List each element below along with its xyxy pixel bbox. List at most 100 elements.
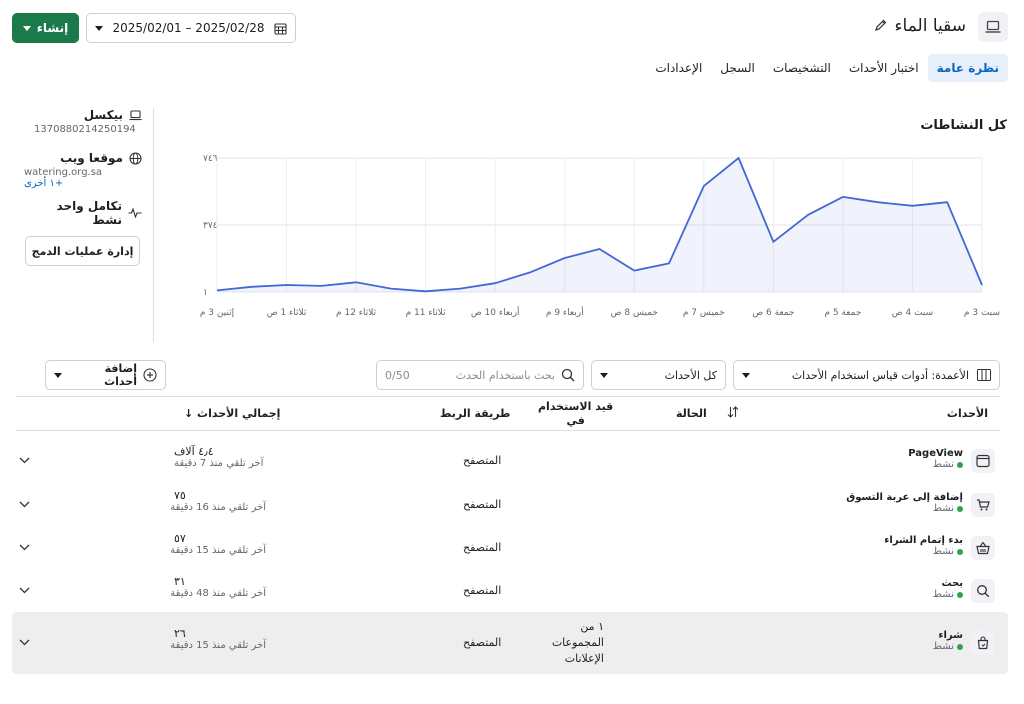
integration-title: تكامل واحد نشط	[56, 199, 122, 227]
active-status-dot	[957, 461, 963, 468]
event-status-text: نشط	[932, 641, 954, 652]
header-connection[interactable]: طريقة الربط	[440, 407, 510, 420]
chevron-down-icon	[600, 372, 608, 378]
columns-icon	[977, 369, 991, 381]
x-tick-label: إثنين 3 م	[200, 308, 234, 318]
tab-overview[interactable]: نظرة عامة	[927, 54, 1008, 82]
active-status-dot	[957, 505, 963, 512]
header-events[interactable]: الأحداث	[947, 407, 988, 420]
event-status-text: نشط	[932, 546, 954, 557]
connection-method: المتصفح	[463, 498, 502, 511]
columns-selector[interactable]: الأعمدة: أدوات قياس استخدام الأحداث	[733, 360, 1000, 390]
event-status: نشط	[933, 641, 963, 652]
search-icon	[561, 368, 575, 382]
event-name-block: إضافة إلى عربة التسوق نشط	[846, 492, 963, 514]
tab-history[interactable]: السجل	[711, 54, 764, 82]
panel-divider	[153, 108, 154, 342]
active-status-dot	[957, 548, 963, 555]
chart-title: كل النشاطات	[920, 118, 1007, 133]
cart-icon	[971, 493, 995, 517]
y-tick-label: ٧٤٦	[203, 154, 218, 164]
event-status-text: نشط	[932, 459, 954, 470]
pulse-icon	[128, 208, 142, 218]
browser-window-icon	[971, 449, 995, 473]
date-range-picker[interactable]: 2025/02/01 – 2025/02/28	[86, 13, 296, 43]
event-name-block: PageView نشط	[908, 448, 963, 470]
connection-method: المتصفح	[463, 541, 502, 554]
header-status[interactable]: الحالة	[676, 407, 707, 420]
columns-label: الأعمدة: أدوات قياس استخدام الأحداث	[791, 368, 969, 382]
activity-chart: ١ ٣٧٤ ٧٤٦ سبت 3 م سبت 4 ص جمعة 5 م جمعة 6 ص خمي…	[200, 154, 1000, 318]
event-name[interactable]: بدء إتمام الشراء	[884, 535, 963, 546]
website-title: موقعا ويب	[60, 151, 123, 165]
last-received: آخر تلقي منذ 16 دقيقة	[170, 502, 266, 513]
expand-chevron-icon[interactable]	[19, 544, 30, 551]
total-events-cell: ٣١ آخر تلقي منذ 48 دقيقة	[170, 575, 266, 599]
event-status: نشط	[908, 459, 963, 470]
event-status: نشط	[884, 546, 963, 557]
event-search-input[interactable]: بحث باستخدام الحدث 0/50	[376, 360, 584, 390]
event-status-text: نشط	[932, 589, 954, 600]
x-tick-label: سبت 3 م	[964, 308, 1000, 318]
tab-settings[interactable]: الإعدادات	[646, 54, 711, 82]
table-row[interactable]: إضافة إلى عربة التسوق نشط المتصفح ٧٥ آخر…	[12, 484, 1008, 526]
table-row[interactable]: بحث نشط المتصفح ٣١ آخر تلقي منذ 48 دقيقة	[12, 570, 1008, 612]
manage-integrations-button[interactable]: إدارة عمليات الدمج	[25, 236, 140, 266]
x-tick-label: سبت 4 ص	[892, 308, 933, 318]
active-status-dot	[957, 643, 963, 650]
page-title: سقيا الماء	[894, 16, 966, 36]
tab-test-events[interactable]: اختبار الأحداث	[840, 54, 928, 82]
total-events-cell: ٢٦ آخر تلقي منذ 15 دقيقة	[170, 627, 266, 651]
events-filter-dropdown[interactable]: كل الأحداث	[591, 360, 726, 390]
header-used-in[interactable]: قيد الاستخدام في	[538, 400, 613, 428]
pixel-info: بيكسل	[24, 108, 142, 122]
table-row[interactable]: شراء نشط ١ من المجموعات الإعلانات المتصفح …	[12, 612, 1008, 674]
x-tick-label: جمعة 6 ص	[752, 308, 794, 318]
events-filter-label: كل الأحداث	[664, 368, 717, 382]
used-in-cell[interactable]: ١ من المجموعات الإعلانات	[549, 619, 604, 667]
total-events-cell: ٥٧ آخر تلقي منذ 15 دقيقة	[170, 532, 266, 556]
tab-diagnostics[interactable]: التشخيصات	[764, 54, 840, 82]
pixel-title: بيكسل	[83, 108, 123, 122]
x-tick-label: ثلاثاء 11 م	[406, 308, 447, 318]
add-events-label: إضافة أحداث	[104, 362, 137, 388]
chevron-down-icon	[22, 25, 31, 31]
event-name[interactable]: إضافة إلى عربة التسوق	[846, 492, 963, 503]
total-events-value: ٢٦	[174, 627, 186, 640]
event-name[interactable]: بحث	[933, 578, 963, 589]
expand-chevron-icon[interactable]	[19, 639, 30, 646]
x-tick-label: خميس 8 ص	[611, 308, 658, 318]
table-row[interactable]: PageView نشط المتصفح ٤٫٤ آلاف آخر تلقي م…	[12, 440, 1008, 482]
search-icon	[971, 579, 995, 603]
bag-icon	[971, 631, 995, 655]
header-total-events[interactable]: إجمالي الأحداث ↓	[184, 407, 280, 420]
total-events-value: ٧٥	[174, 489, 186, 502]
last-received: آخر تلقي منذ 15 دقيقة	[170, 545, 266, 556]
event-name[interactable]: PageView	[908, 448, 963, 459]
connection-method: المتصفح	[463, 454, 502, 467]
website-info: موقعا ويب	[24, 151, 142, 165]
expand-chevron-icon[interactable]	[19, 501, 30, 508]
create-button[interactable]: إنشاء	[12, 13, 79, 43]
chevron-down-icon	[54, 372, 62, 378]
integration-info: تكامل واحد نشط	[24, 199, 142, 227]
last-received: آخر تلقي منذ 48 دقيقة	[170, 588, 266, 599]
table-row[interactable]: بدء إتمام الشراء نشط المتصفح ٥٧ آخر تلقي…	[12, 527, 1008, 569]
search-count: 0/50	[385, 368, 410, 382]
more-websites-link[interactable]: +١ أخرى	[24, 178, 142, 189]
event-name[interactable]: شراء	[933, 630, 963, 641]
edit-pencil-icon[interactable]	[874, 18, 888, 32]
last-received: آخر تلقي منذ 15 دقيقة	[170, 640, 266, 651]
expand-chevron-icon[interactable]	[19, 457, 30, 464]
total-events-value: ٤٫٤ آلاف	[174, 445, 214, 458]
y-tick-label: ١	[203, 288, 208, 298]
total-events-value: ٣١	[174, 575, 186, 588]
sort-icon[interactable]	[727, 406, 739, 418]
expand-chevron-icon[interactable]	[19, 587, 30, 594]
last-received: آخر تلقي منذ 7 دقيقة	[174, 458, 264, 469]
total-events-value: ٥٧	[174, 532, 186, 545]
add-events-button[interactable]: إضافة أحداث	[45, 360, 166, 390]
header-bottom-border	[16, 430, 1000, 431]
connection-method: المتصفح	[463, 584, 502, 597]
total-events-cell: ٧٥ آخر تلقي منذ 16 دقيقة	[170, 489, 266, 513]
